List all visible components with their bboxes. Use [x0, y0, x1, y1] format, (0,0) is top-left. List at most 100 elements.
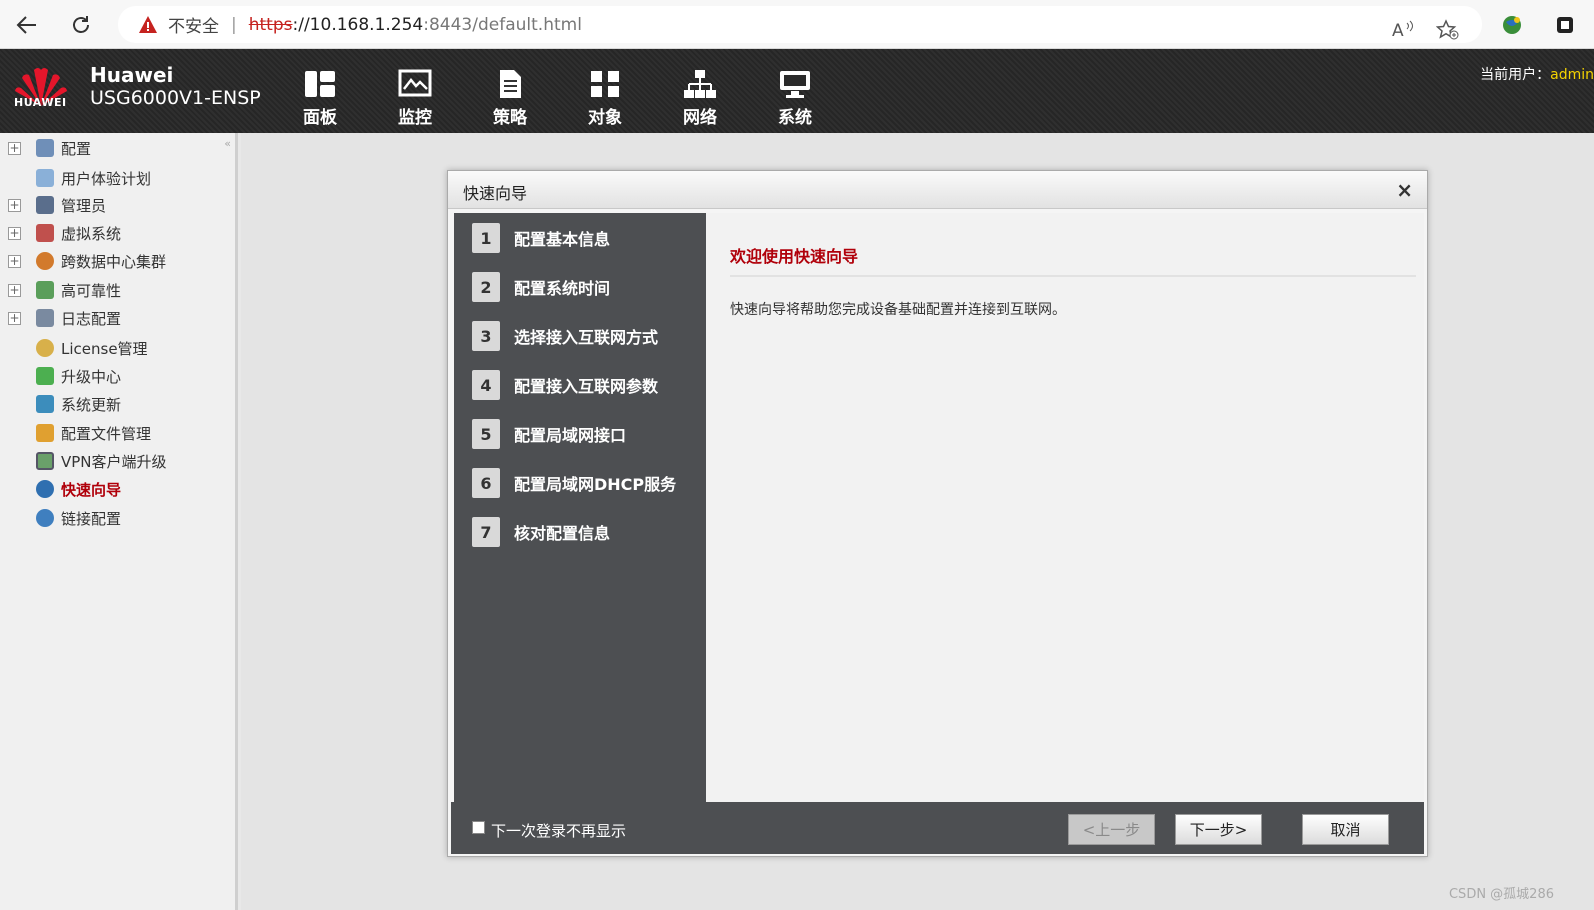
welcome-heading: 欢迎使用快速向导	[730, 243, 858, 267]
close-icon[interactable]: ×	[1396, 178, 1413, 202]
dialog-footer: 下一次登录不再显示 <上一步 下一步> 取消	[451, 802, 1424, 854]
logo-text: HUAWEI	[14, 96, 67, 109]
high-availability-icon	[36, 281, 54, 299]
sidebar-item-vpn-client[interactable]: VPN客户端升级	[0, 449, 235, 473]
url-host: ://10.168.1.254	[293, 15, 424, 35]
step-label: 核对配置信息	[514, 520, 610, 544]
sidebar-item-label: 快速向导	[61, 479, 121, 500]
step-label: 配置基本信息	[514, 226, 610, 250]
url-path: :8443/default.html	[423, 15, 582, 35]
expand-icon[interactable]: +	[8, 312, 21, 325]
sidebar-item-high-availability[interactable]: + 高可靠性	[0, 278, 235, 302]
watermark: CSDN @孤城286	[1449, 883, 1554, 902]
menu-network[interactable]: 网络	[670, 69, 730, 128]
sidebar-item-label: 日志配置	[61, 308, 121, 329]
globe-icon	[36, 480, 54, 498]
expand-icon[interactable]: +	[8, 227, 21, 240]
device-model: USG6000V1-ENSP	[90, 87, 261, 109]
sidebar-item-license[interactable]: License管理	[0, 336, 235, 360]
wizard-step: 7 核对配置信息	[472, 516, 610, 548]
sidebar-item-label: VPN客户端升级	[61, 451, 167, 472]
brand-name: Huawei	[90, 63, 173, 87]
step-label: 配置局域网DHCP服务	[514, 471, 676, 495]
wizard-step: 2 配置系统时间	[472, 271, 610, 303]
vpn-client-icon	[36, 452, 54, 470]
cancel-button[interactable]: 取消	[1302, 814, 1389, 845]
divider	[730, 275, 1416, 277]
step-label: 选择接入互联网方式	[514, 324, 658, 348]
menu-object-label: 对象	[588, 108, 622, 128]
extension-icon[interactable]	[1497, 10, 1527, 40]
sidebar-item-upgrade-center[interactable]: 升级中心	[0, 364, 235, 388]
favorite-add-icon[interactable]	[1436, 19, 1460, 46]
menu-system[interactable]: 系统	[765, 69, 825, 128]
dialog-title: 快速向导	[463, 180, 527, 204]
current-user: 当前用户：admin	[1480, 64, 1594, 84]
step-label: 配置系统时间	[514, 275, 610, 299]
expand-icon[interactable]: +	[8, 142, 21, 155]
system-icon	[778, 69, 812, 99]
address-bar[interactable]: 不安全 | https://10.168.1.254:8443/default.…	[118, 6, 1482, 43]
sidebar-item-link-config[interactable]: 链接配置	[0, 506, 235, 530]
sidebar-item-label: 管理员	[61, 195, 106, 216]
sidebar-item-system-update[interactable]: 系统更新	[0, 392, 235, 416]
insecure-label: 不安全	[168, 12, 219, 37]
config-icon	[36, 139, 54, 157]
sidebar-item-virtual-system[interactable]: + 虚拟系统	[0, 221, 235, 245]
link-config-icon	[36, 509, 54, 527]
back-icon[interactable]	[12, 10, 42, 40]
wizard-step: 6 配置局域网DHCP服务	[472, 467, 676, 499]
sidebar-item-cross-dc-cluster[interactable]: + 跨数据中心集群	[0, 249, 235, 273]
menu-monitor-label: 监控	[398, 108, 432, 128]
dashboard-icon	[303, 69, 337, 99]
refresh-icon[interactable]	[66, 10, 96, 40]
sidebar-item-ux-plan[interactable]: 用户体验计划	[0, 166, 235, 190]
sidebar-item-label: 高可靠性	[61, 280, 121, 301]
monitor-icon	[398, 69, 432, 99]
step-number: 2	[472, 272, 500, 302]
sidebar-item-config[interactable]: + 配置	[0, 136, 235, 160]
license-icon	[36, 339, 54, 357]
sidebar: « + 配置 用户体验计划 + 管理员 + 虚拟系统 + 跨数据中心集群 + 高…	[0, 133, 238, 910]
expand-icon[interactable]: +	[8, 199, 21, 212]
menu-policy[interactable]: 策略	[480, 69, 540, 128]
sidebar-item-quick-wizard[interactable]: 快速向导	[0, 477, 235, 501]
menu-object[interactable]: 对象	[575, 69, 635, 128]
log-config-icon	[36, 309, 54, 327]
step-label: 配置局域网接口	[514, 422, 626, 446]
profile-icon[interactable]	[1550, 10, 1580, 40]
next-button[interactable]: 下一步>	[1175, 814, 1262, 845]
menu-dashboard[interactable]: 面板	[290, 69, 350, 128]
sidebar-item-label: 升级中心	[61, 366, 121, 387]
sidebar-item-config-file[interactable]: 配置文件管理	[0, 421, 235, 445]
prev-button[interactable]: <上一步	[1068, 814, 1155, 845]
sidebar-item-label: 链接配置	[61, 508, 121, 529]
menu-monitor[interactable]: 监控	[385, 69, 445, 128]
browser-toolbar: 不安全 | https://10.168.1.254:8443/default.…	[0, 0, 1594, 49]
menu-dashboard-label: 面板	[303, 108, 337, 128]
sidebar-item-label: 系统更新	[61, 394, 121, 415]
expand-icon[interactable]: +	[8, 284, 21, 297]
step-label: 配置接入互联网参数	[514, 373, 658, 397]
current-user-name: admin	[1550, 67, 1594, 83]
sidebar-item-label: 配置文件管理	[61, 423, 151, 444]
menu-system-label: 系统	[778, 108, 812, 128]
read-aloud-icon[interactable]: A	[1392, 19, 1414, 44]
dont-show-checkbox[interactable]	[472, 821, 485, 834]
step-number: 3	[472, 321, 500, 351]
sidebar-item-log-config[interactable]: + 日志配置	[0, 306, 235, 330]
sidebar-item-label: 虚拟系统	[61, 223, 121, 244]
current-user-label: 当前用户：	[1480, 67, 1550, 83]
step-number: 7	[472, 517, 500, 547]
wizard-step: 3 选择接入互联网方式	[472, 320, 658, 352]
system-update-icon	[36, 395, 54, 413]
sidebar-item-admin[interactable]: + 管理员	[0, 193, 235, 217]
sidebar-item-label: 配置	[61, 138, 91, 159]
wizard-step: 5 配置局域网接口	[472, 418, 626, 450]
upgrade-center-icon	[36, 367, 54, 385]
wizard-content-panel: 欢迎使用快速向导 快速向导将帮助您完成设备基础配置并连接到互联网。	[706, 213, 1424, 802]
admin-icon	[36, 196, 54, 214]
expand-icon[interactable]: +	[8, 255, 21, 268]
dialog-titlebar: 快速向导 ×	[448, 171, 1427, 209]
app-header: HUAWEI Huawei USG6000V1-ENSP 面板 监控 策略 对象…	[0, 49, 1594, 133]
